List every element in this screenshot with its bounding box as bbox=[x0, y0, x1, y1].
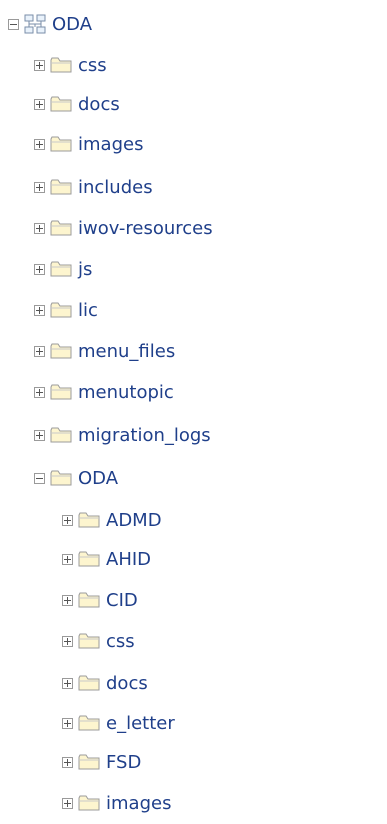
folder-icon bbox=[50, 179, 72, 195]
tree-node-label: e_letter bbox=[106, 712, 175, 734]
folder-icon bbox=[50, 384, 72, 400]
tree-node-label: ODA bbox=[78, 467, 119, 489]
tree-node-folder-expanded[interactable]: ODA bbox=[34, 465, 118, 491]
tree-node-label: migration_logs bbox=[78, 424, 211, 446]
tree-node-folder[interactable]: CID bbox=[62, 587, 138, 613]
expand-toggle-icon[interactable] bbox=[34, 59, 45, 71]
tree-node-folder[interactable]: lic bbox=[34, 297, 98, 323]
tree-node-folder[interactable]: ADMD bbox=[62, 507, 162, 533]
expand-toggle-icon[interactable] bbox=[34, 263, 45, 275]
expand-toggle-icon[interactable] bbox=[34, 181, 45, 193]
tree-node-label: AHID bbox=[106, 548, 152, 570]
folder-icon bbox=[50, 470, 72, 486]
tree-node-label: includes bbox=[78, 176, 153, 198]
expand-toggle-icon[interactable] bbox=[34, 98, 45, 110]
tree-node-folder[interactable]: css bbox=[62, 628, 135, 654]
expand-toggle-icon[interactable] bbox=[34, 304, 45, 316]
tree-node-folder[interactable]: images bbox=[34, 131, 143, 157]
tree-node-label: images bbox=[106, 792, 172, 814]
tree-node-label: FSD bbox=[106, 751, 142, 773]
tree-node-label: lic bbox=[78, 299, 98, 321]
folder-icon bbox=[50, 302, 72, 318]
folder-icon bbox=[50, 96, 72, 112]
tree-node-folder[interactable]: docs bbox=[34, 91, 120, 117]
folder-icon bbox=[78, 633, 100, 649]
folder-icon bbox=[50, 136, 72, 152]
expand-toggle-icon[interactable] bbox=[62, 635, 73, 647]
folder-icon bbox=[50, 261, 72, 277]
network-folders-icon bbox=[24, 14, 46, 34]
folder-icon bbox=[50, 57, 72, 73]
tree-node-label: docs bbox=[106, 672, 148, 694]
folder-icon bbox=[78, 675, 100, 691]
expand-toggle-icon[interactable] bbox=[62, 677, 73, 689]
folder-icon bbox=[50, 343, 72, 359]
tree-node-label: ODA bbox=[52, 13, 93, 35]
tree-node-folder[interactable]: docs bbox=[62, 670, 148, 696]
tree-node-label: css bbox=[106, 630, 135, 652]
expand-toggle-icon[interactable] bbox=[62, 756, 73, 768]
expand-toggle-icon[interactable] bbox=[34, 429, 45, 441]
tree-node-folder[interactable]: menutopic bbox=[34, 379, 174, 405]
folder-icon bbox=[78, 592, 100, 608]
expand-toggle-icon[interactable] bbox=[62, 553, 73, 565]
tree-node-label: js bbox=[78, 258, 93, 280]
tree-node-label: CID bbox=[106, 589, 138, 611]
tree-node-label: css bbox=[78, 54, 107, 76]
folder-tree: ODA css docs images includes iwov-resour… bbox=[0, 0, 387, 824]
tree-node-folder[interactable]: e_letter bbox=[62, 710, 175, 736]
tree-node-folder[interactable]: migration_logs bbox=[34, 422, 211, 448]
expand-toggle-icon[interactable] bbox=[62, 594, 73, 606]
tree-node-label: iwov-resources bbox=[78, 217, 213, 239]
expand-toggle-icon[interactable] bbox=[34, 345, 45, 357]
tree-node-folder[interactable]: iwov-resources bbox=[34, 215, 213, 241]
tree-node-label: menutopic bbox=[78, 381, 174, 403]
expand-toggle-icon[interactable] bbox=[62, 717, 73, 729]
tree-node-folder[interactable]: FSD bbox=[62, 749, 141, 775]
folder-icon bbox=[50, 427, 72, 443]
tree-node-folder[interactable]: menu_files bbox=[34, 338, 175, 364]
tree-node-folder[interactable]: js bbox=[34, 256, 92, 282]
folder-icon bbox=[78, 754, 100, 770]
folder-icon bbox=[78, 715, 100, 731]
expand-toggle-icon[interactable] bbox=[62, 514, 73, 526]
tree-node-label: docs bbox=[78, 93, 120, 115]
folder-icon bbox=[50, 220, 72, 236]
collapse-toggle-icon[interactable] bbox=[8, 18, 19, 30]
expand-toggle-icon[interactable] bbox=[34, 386, 45, 398]
tree-node-label: menu_files bbox=[78, 340, 176, 362]
tree-node-folder[interactable]: images bbox=[62, 790, 171, 816]
expand-toggle-icon[interactable] bbox=[62, 797, 73, 809]
tree-node-label: images bbox=[78, 133, 144, 155]
tree-node-folder[interactable]: AHID bbox=[62, 546, 151, 572]
expand-toggle-icon[interactable] bbox=[34, 222, 45, 234]
folder-icon bbox=[78, 512, 100, 528]
expand-toggle-icon[interactable] bbox=[34, 138, 45, 150]
collapse-toggle-icon[interactable] bbox=[34, 472, 45, 484]
tree-node-label: ADMD bbox=[106, 509, 162, 531]
tree-node-folder[interactable]: includes bbox=[34, 174, 153, 200]
tree-node-root[interactable]: ODA bbox=[8, 11, 92, 37]
tree-node-folder[interactable]: css bbox=[34, 52, 107, 78]
folder-icon bbox=[78, 551, 100, 567]
folder-icon bbox=[78, 795, 100, 811]
